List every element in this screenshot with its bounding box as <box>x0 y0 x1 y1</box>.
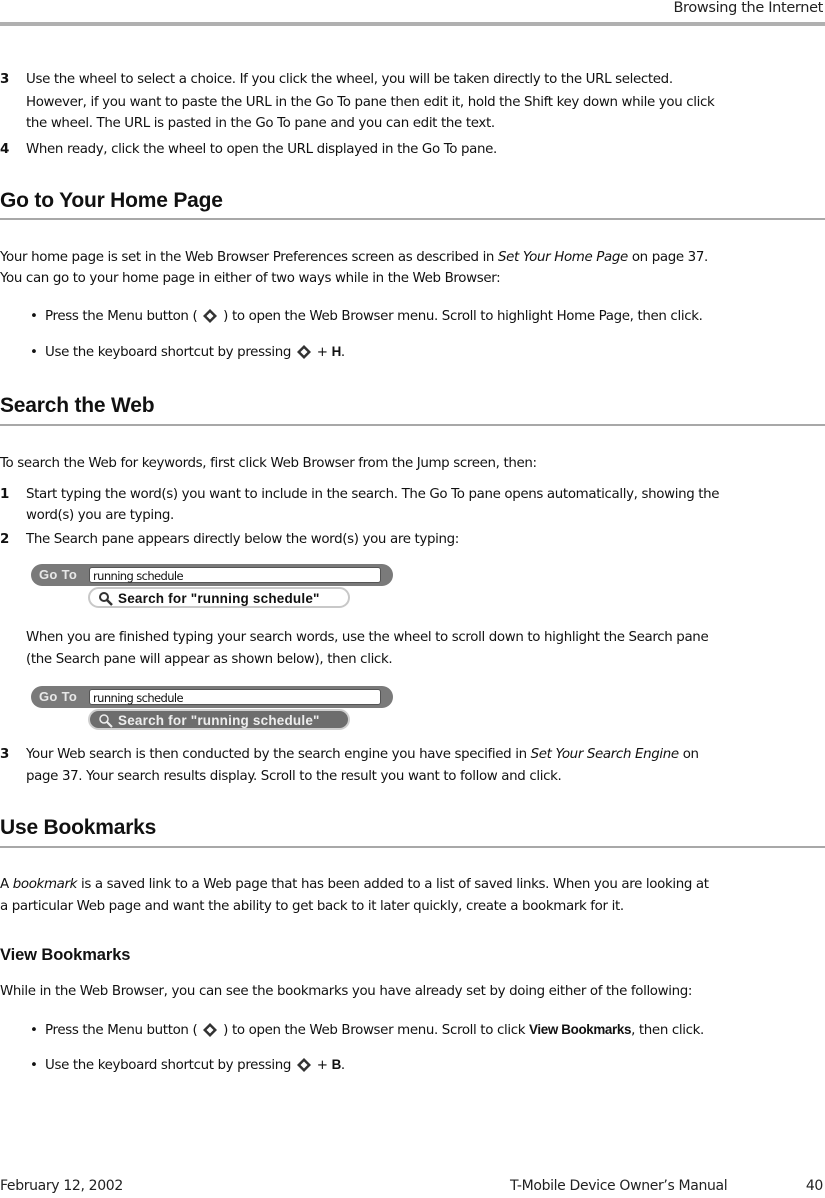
search-pane-highlighted[interactable]: Search for "running schedule" <box>88 709 350 730</box>
paragraph-line: A bookmark is a saved link to a Web page… <box>0 876 709 894</box>
step-text: Use the wheel to select a choice. If you… <box>26 72 673 87</box>
paragraph-line: You can go to your home page in either o… <box>0 271 501 286</box>
step-text: word(s) you are typing. <box>26 508 174 523</box>
goto-input[interactable]: running schedule <box>89 689 381 705</box>
footer-manual-title: T-Mobile Device Owner’s Manual <box>510 1178 728 1194</box>
paragraph-line: Your home page is set in the Web Browser… <box>0 249 708 267</box>
text: Your home page is set in the Web Browser… <box>0 250 498 265</box>
bullet-item: • Press the Menu button ( ) to open the W… <box>30 1021 704 1040</box>
text: Press the Menu button ( <box>45 1023 202 1038</box>
header-rule <box>0 22 825 26</box>
section-rule <box>0 424 825 426</box>
paragraph-line: a particular Web page and want the abili… <box>0 899 624 914</box>
step-text: Start typing the word(s) you want to inc… <box>26 487 720 502</box>
menu-button-icon <box>203 309 218 323</box>
goto-bar: Go To running schedule <box>31 564 393 586</box>
magnifier-icon <box>99 592 113 606</box>
footer-page-number: 40 <box>805 1178 823 1194</box>
paragraph-line: To search the Web for keywords, first cl… <box>0 456 537 471</box>
goto-bar: Go To running schedule <box>31 686 393 708</box>
menu-button-icon <box>296 1058 311 1072</box>
goto-pane-highlighted-screenshot: Go To running schedule Search for "runni… <box>31 682 393 734</box>
text: on page 37. <box>627 250 708 265</box>
subsection-heading-view-bookmarks: View Bookmarks <box>0 946 131 964</box>
step-text: Your Web search is then conducted by the… <box>26 746 699 764</box>
bullet: • <box>30 1023 38 1038</box>
text: + <box>312 1058 332 1073</box>
paragraph-line: (the Search pane will appear as shown be… <box>26 652 393 667</box>
cross-reference-link[interactable]: Set Your Search Engine <box>531 747 680 762</box>
step-text: The Search pane appears directly below t… <box>26 532 459 547</box>
section-heading-bookmarks: Use Bookmarks <box>0 816 157 839</box>
menu-item-name: View Bookmarks <box>529 1022 632 1037</box>
running-head-title: Browsing the Internet <box>673 0 823 16</box>
text: + <box>312 345 332 360</box>
bullet: • <box>30 345 38 360</box>
search-pane-label: Search for "running schedule" <box>118 713 320 728</box>
text: ) to open the Web Browser menu. Scroll t… <box>219 1023 530 1038</box>
step-text: the wheel. The URL is pasted in the Go T… <box>26 116 495 131</box>
step-text: page 37. Your search results display. Sc… <box>26 769 562 784</box>
bullet-item: • Press the Menu button ( ) to open the W… <box>30 308 703 326</box>
paragraph-line: When you are finished typing your search… <box>26 630 709 645</box>
step-number: 4 <box>0 142 9 157</box>
text: Use the keyboard shortcut by pressing <box>45 345 295 360</box>
step-text: However, if you want to paste the URL in… <box>26 95 715 110</box>
section-heading-home-page: Go to Your Home Page <box>0 189 223 212</box>
step-number: 2 <box>0 532 9 547</box>
text: Your Web search is then conducted by the… <box>26 747 531 762</box>
menu-button-icon <box>203 1023 218 1037</box>
text: , then click. <box>631 1023 704 1038</box>
menu-button-icon <box>296 345 311 359</box>
paragraph-line: While in the Web Browser, you can see th… <box>0 984 693 999</box>
search-pane-label: Search for "running schedule" <box>118 591 320 606</box>
text: . <box>340 345 345 360</box>
magnifier-icon <box>99 714 113 728</box>
cross-reference-link[interactable]: Set Your Home Page <box>498 250 628 265</box>
text: Press the Menu button ( <box>45 309 202 324</box>
bullet: • <box>30 1058 38 1073</box>
text: A <box>0 877 13 892</box>
goto-pane-screenshot: Go To running schedule Search for "runni… <box>31 560 393 612</box>
footer-date: February 12, 2002 <box>0 1178 123 1194</box>
text: is a saved link to a Web page that has b… <box>77 877 709 892</box>
text: . <box>340 1058 345 1073</box>
text: Use the keyboard shortcut by pressing <box>45 1058 295 1073</box>
bullet: • <box>30 309 38 324</box>
section-rule <box>0 218 825 220</box>
section-rule <box>0 846 825 848</box>
shortcut-key: H <box>331 344 342 359</box>
text: ) to open the Web Browser menu. Scroll t… <box>219 309 703 324</box>
goto-label: Go To <box>39 567 78 582</box>
shortcut-key: B <box>331 1057 342 1072</box>
search-pane[interactable]: Search for "running schedule" <box>88 587 350 608</box>
bullet-item: • Use the keyboard shortcut by pressing +… <box>30 1056 345 1075</box>
goto-label: Go To <box>39 689 78 704</box>
step-number: 3 <box>0 72 9 87</box>
step-number: 3 <box>0 747 9 762</box>
section-heading-search-web: Search the Web <box>0 394 155 417</box>
step-text: When ready, click the wheel to open the … <box>26 142 497 157</box>
goto-input[interactable]: running schedule <box>89 567 381 583</box>
step-number: 1 <box>0 487 9 502</box>
term: bookmark <box>12 877 78 892</box>
text: on <box>678 747 699 762</box>
bullet-item: • Use the keyboard shortcut by pressing +… <box>30 343 345 362</box>
